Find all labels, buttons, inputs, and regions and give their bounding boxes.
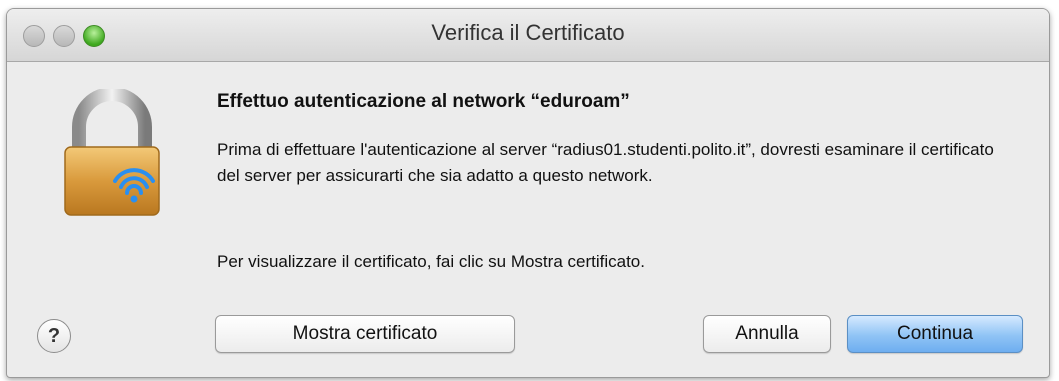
dialog-instruction: Per visualizzare il certificato, fai cli… xyxy=(217,252,645,271)
dialog-heading: Effettuo autenticazione al network “edur… xyxy=(217,91,630,112)
help-button[interactable]: ? xyxy=(37,319,71,353)
window-title: Verifica il Certificato xyxy=(431,20,625,45)
continue-button[interactable]: Continua xyxy=(847,315,1023,353)
cancel-button[interactable]: Annulla xyxy=(703,315,831,353)
title-bar[interactable]: Verifica il Certificato xyxy=(7,9,1049,62)
dialog-message: Prima di effettuare l'autenticazione al … xyxy=(217,140,994,185)
certificate-dialog: Verifica il Certificato Effettuo autenti… xyxy=(6,8,1050,378)
lock-wifi-icon xyxy=(64,89,160,216)
show-certificate-button[interactable]: Mostra certificato xyxy=(215,315,515,353)
